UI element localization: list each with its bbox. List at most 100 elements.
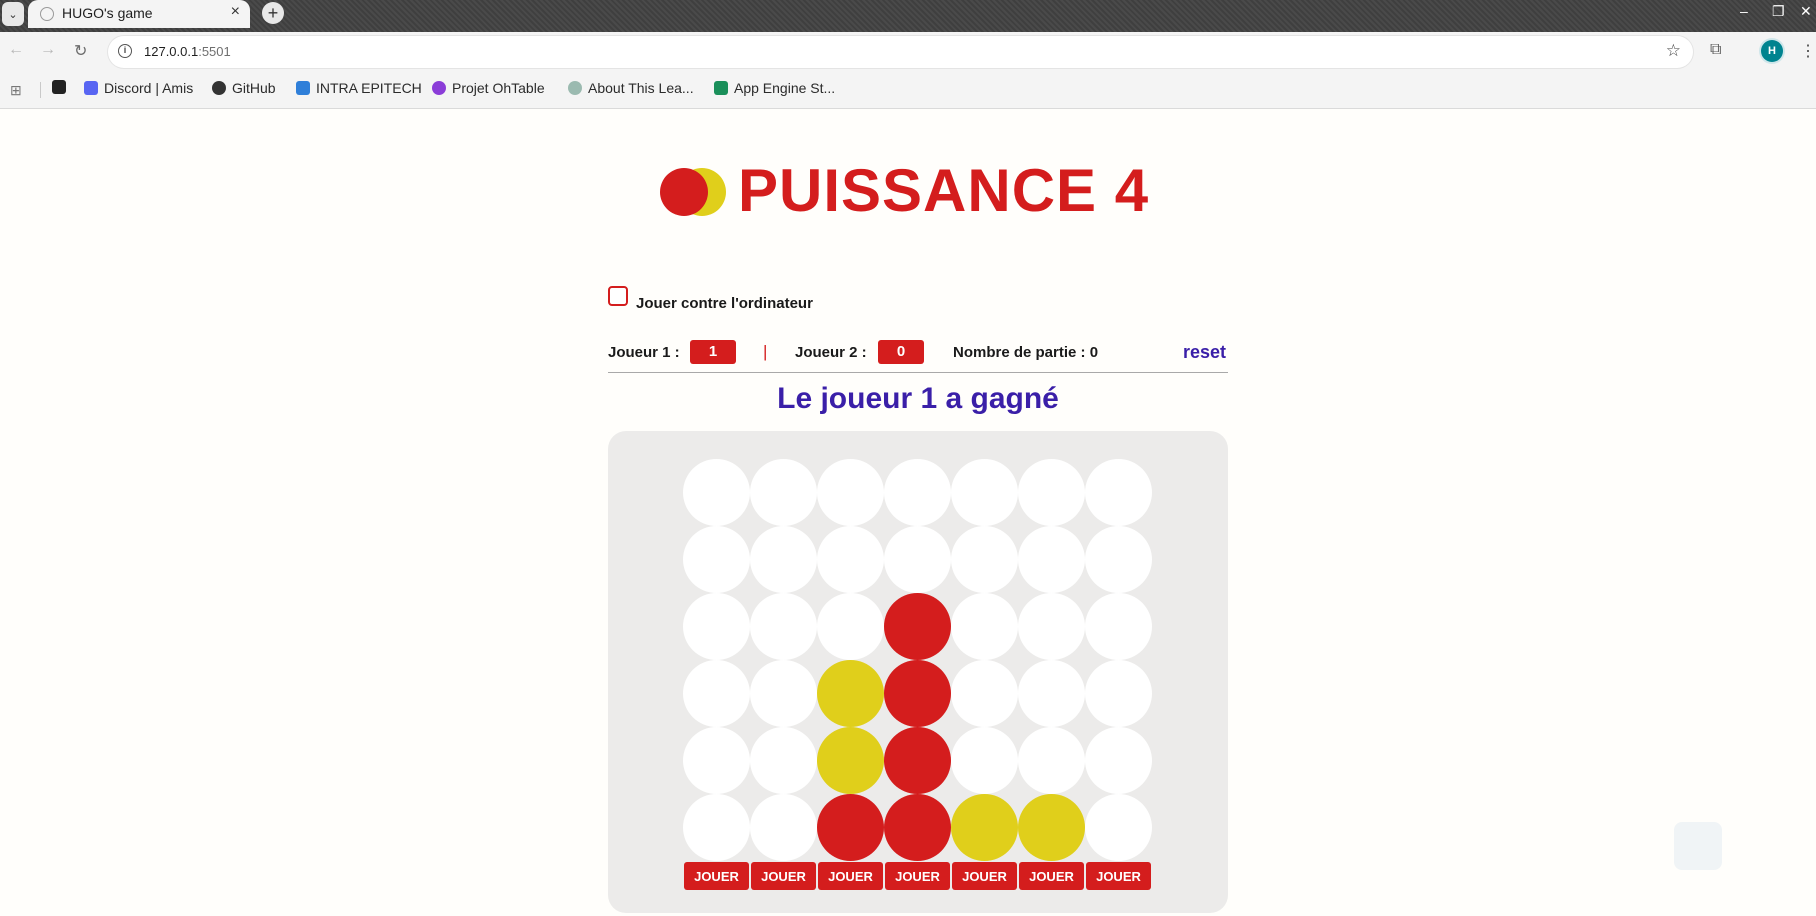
play-column-button[interactable]: JOUER [684, 862, 749, 890]
player1-label: Joueur 1 : [608, 344, 680, 361]
yellow-disc [817, 727, 884, 794]
bookmark-discord[interactable]: Discord | Amis [84, 80, 193, 96]
bookmark-epitech-icon-only[interactable] [52, 80, 66, 94]
score-separator: | [763, 342, 768, 361]
bookmark-about-this-lea[interactable]: About This Lea... [568, 80, 694, 96]
board-cell [1018, 794, 1085, 861]
new-tab-button[interactable]: + [262, 2, 284, 24]
empty-slot [750, 660, 817, 727]
tab-search-button[interactable]: ⌄ [2, 2, 24, 26]
red-disc [884, 660, 951, 727]
bookmark-github[interactable]: GitHub [212, 80, 276, 96]
board-cell [750, 794, 817, 861]
play-buttons-row: JOUER JOUER JOUER JOUER JOUER JOUER JOUER [683, 862, 1152, 890]
active-tab[interactable]: HUGO's game × [28, 0, 250, 28]
board-cell [817, 794, 884, 861]
board-cell [817, 660, 884, 727]
board-cell [1085, 593, 1152, 660]
board-cell [1085, 660, 1152, 727]
board-cell [817, 526, 884, 593]
play-column-button[interactable]: JOUER [885, 862, 950, 890]
bookmark-label: Projet OhTable [452, 80, 545, 96]
board-cell [750, 526, 817, 593]
play-column-button[interactable]: JOUER [1086, 862, 1151, 890]
player2-label: Joueur 2 : [795, 344, 867, 361]
board-cell [884, 660, 951, 727]
board-cell [951, 593, 1018, 660]
bookmark-star-icon[interactable]: ☆ [1666, 41, 1681, 61]
play-column-button[interactable]: JOUER [1019, 862, 1084, 890]
profile-avatar[interactable]: H [1761, 40, 1783, 62]
board-cell [951, 459, 1018, 526]
board-cell [884, 459, 951, 526]
github-icon [212, 81, 226, 95]
empty-slot [817, 526, 884, 593]
back-icon[interactable]: ← [8, 41, 24, 59]
chevron-down-icon: ⌄ [8, 8, 18, 21]
site-info-icon[interactable]: i [118, 44, 132, 58]
empty-slot [1085, 459, 1152, 526]
player2-score: 0 [878, 340, 924, 364]
board-cell [750, 593, 817, 660]
vs-computer-checkbox[interactable] [608, 286, 628, 306]
empty-slot [750, 794, 817, 861]
globe-icon [40, 7, 54, 21]
play-column-button[interactable]: JOUER [952, 862, 1017, 890]
bookmark-projet-ohtable[interactable]: Projet OhTable [432, 80, 545, 96]
empty-slot [817, 593, 884, 660]
empty-slot [884, 459, 951, 526]
board-cell [817, 593, 884, 660]
bookmark-favicon-icon [52, 80, 66, 94]
empty-slot [683, 660, 750, 727]
empty-slot [1085, 660, 1152, 727]
bookmarks-divider [40, 82, 41, 98]
extensions-icon[interactable]: ⧉ [1710, 41, 1721, 59]
board-cell [1085, 526, 1152, 593]
board-cell [951, 660, 1018, 727]
bookmark-label: About This Lea... [588, 80, 694, 96]
play-column-button[interactable]: JOUER [818, 862, 883, 890]
menu-kebab-icon[interactable]: ⋮ [1800, 41, 1816, 61]
board-cell [750, 727, 817, 794]
minimize-icon[interactable]: – [1740, 3, 1748, 19]
bookmark-app-engine[interactable]: App Engine St... [714, 80, 835, 96]
player1-score: 1 [690, 340, 736, 364]
window-close-icon[interactable]: ✕ [1800, 3, 1812, 20]
red-disc [884, 794, 951, 861]
reset-button[interactable]: reset [1183, 342, 1226, 363]
tab-strip: ⌄ HUGO's game × + – ❐ ✕ [0, 0, 1816, 32]
app-engine-icon [714, 81, 728, 95]
board-cell [683, 526, 750, 593]
board-cell [884, 526, 951, 593]
plus-icon: + [267, 2, 279, 23]
tab-title: HUGO's game [62, 5, 153, 21]
board-cell [683, 459, 750, 526]
address-bar[interactable]: i 127.0.0.1:5501 ☆ [108, 36, 1693, 68]
play-column-button[interactable]: JOUER [751, 862, 816, 890]
board-cell [1085, 727, 1152, 794]
empty-slot [683, 727, 750, 794]
empty-slot [750, 526, 817, 593]
empty-slot [750, 593, 817, 660]
restore-icon[interactable]: ❐ [1772, 3, 1785, 20]
yellow-disc [951, 794, 1018, 861]
forward-icon[interactable]: → [40, 41, 56, 59]
board-cell [1018, 727, 1085, 794]
close-tab-icon[interactable]: × [231, 3, 240, 21]
reload-icon[interactable]: ↻ [74, 41, 87, 61]
empty-slot [683, 794, 750, 861]
bookmark-label: INTRA EPITECH [316, 80, 422, 96]
bookmark-label: GitHub [232, 80, 276, 96]
board-cell [750, 459, 817, 526]
floating-widget-icon[interactable] [1674, 822, 1722, 870]
empty-slot [1085, 526, 1152, 593]
apps-grid-icon[interactable]: ⊞ [10, 82, 22, 99]
winner-message: Le joueur 1 a gagné [777, 382, 1059, 415]
empty-slot [1018, 660, 1085, 727]
red-disc [884, 727, 951, 794]
red-disc [884, 593, 951, 660]
board-cell [817, 727, 884, 794]
board-cell [683, 794, 750, 861]
vs-computer-label[interactable]: Jouer contre l'ordinateur [636, 295, 813, 312]
bookmark-intra-epitech[interactable]: INTRA EPITECH [296, 80, 422, 96]
